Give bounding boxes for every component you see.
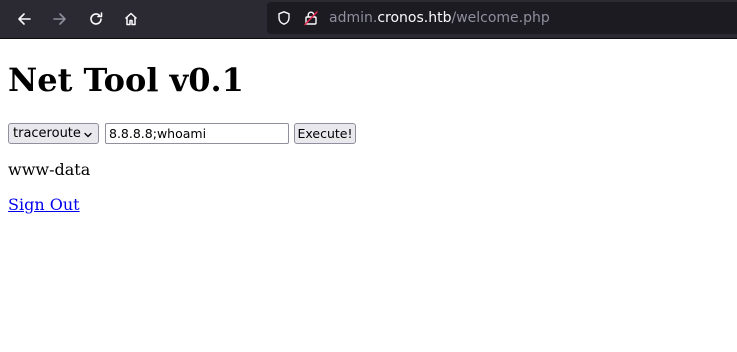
host-input[interactable]: 8.8.8.8;whoami: [105, 123, 289, 144]
reload-button[interactable]: [83, 6, 109, 32]
home-icon: [123, 11, 139, 27]
url-subdomain: admin.: [329, 10, 378, 26]
forward-button[interactable]: [47, 6, 73, 32]
chevron-down-icon: [83, 129, 93, 144]
url-path: /welcome.php: [451, 10, 550, 26]
url-domain: cronos.htb: [377, 10, 452, 26]
shield-icon[interactable]: [276, 10, 292, 31]
command-output: www-data: [8, 160, 91, 179]
home-button[interactable]: [118, 6, 144, 32]
command-select[interactable]: traceroute: [8, 123, 99, 144]
forward-arrow-icon: [52, 11, 68, 27]
browser-toolbar: admin.cronos.htb/welcome.php: [0, 0, 737, 39]
back-arrow-icon: [16, 11, 32, 27]
sign-out-link[interactable]: Sign Out: [8, 195, 80, 215]
address-bar[interactable]: admin.cronos.htb/welcome.php: [267, 2, 737, 34]
insecure-lock-icon[interactable]: [303, 10, 319, 31]
page-content: Net Tool v0.1 traceroute 8.8.8.8;whoami …: [0, 39, 737, 352]
page-title: Net Tool v0.1: [8, 61, 244, 99]
execute-button[interactable]: Execute!: [294, 123, 356, 144]
url-text[interactable]: admin.cronos.htb/welcome.php: [329, 10, 550, 26]
command-select-value: traceroute: [13, 126, 81, 141]
back-button[interactable]: [11, 6, 37, 32]
reload-icon: [88, 11, 104, 27]
